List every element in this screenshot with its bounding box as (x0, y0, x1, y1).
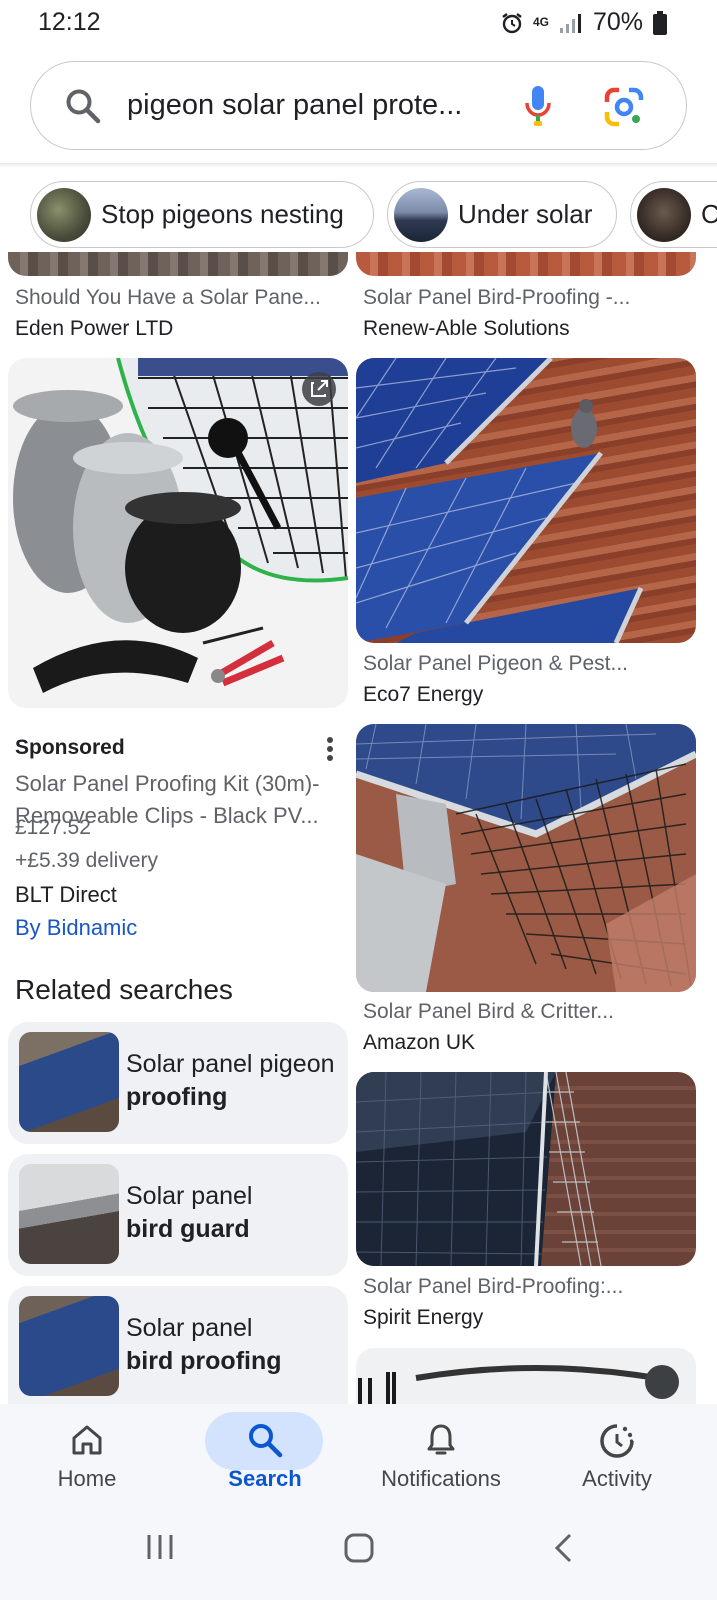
related-thumbnail (19, 1296, 119, 1396)
result-source[interactable]: Eden Power LTD (15, 317, 173, 341)
recent-apps-icon[interactable] (145, 1532, 175, 1562)
result-source[interactable]: Spirit Energy (363, 1306, 483, 1330)
chip-stop-pigeons-nesting[interactable]: Stop pigeons nesting (30, 181, 374, 248)
result-image[interactable] (356, 252, 696, 276)
panel-with-mesh (356, 1072, 602, 1266)
status-time: 12:12 (38, 8, 101, 36)
result-source[interactable]: Eco7 Energy (363, 683, 483, 707)
back-icon[interactable] (552, 1532, 574, 1564)
nav-label: Home (57, 1466, 117, 1491)
mesh-under-panel (356, 724, 696, 992)
chip-more[interactable]: C (630, 181, 717, 248)
result-source[interactable]: Renew-Able Solutions (363, 317, 570, 341)
ad-image[interactable] (8, 358, 348, 708)
chip-label: Under solar (458, 199, 593, 229)
mesh-kit-illustration (13, 358, 348, 693)
ad-price: £127.52 (15, 816, 91, 839)
battery-icon (653, 10, 667, 35)
ad-delivery: +£5.39 delivery (15, 849, 159, 872)
bell-icon (427, 1424, 455, 1455)
result-title[interactable]: Solar Panel Bird & Critter... (363, 1000, 614, 1024)
activity-icon (600, 1424, 634, 1458)
related-searches-heading: Related searches (15, 974, 233, 1005)
search-icon (66, 89, 101, 124)
bottom-navigation: Home Search Notifications Activity (0, 1404, 717, 1504)
nav-label: Search (228, 1466, 302, 1491)
results-grid: Should You Have a Solar Pane... Eden Pow… (0, 252, 717, 1404)
result-title[interactable]: Solar Panel Bird-Proofing -... (363, 286, 630, 310)
related-thumbnail (19, 1032, 119, 1132)
signal-icon (559, 13, 581, 33)
network-type: 4G (532, 15, 549, 29)
nav-notifications[interactable]: Notifications (356, 1404, 526, 1504)
status-bar: 12:12 4G 70% (0, 0, 717, 48)
open-external-icon[interactable] (302, 372, 336, 406)
nav-home[interactable]: Home (2, 1404, 172, 1504)
nav-search[interactable]: Search (180, 1404, 350, 1504)
nav-label: Notifications (381, 1466, 501, 1491)
search-query[interactable]: pigeon solar panel prote... (127, 89, 507, 122)
result-image[interactable] (356, 1348, 696, 1404)
microphone-icon[interactable] (523, 84, 553, 128)
related-search-text: Solar panel pigeon proofing (126, 1050, 335, 1111)
result-source[interactable]: Amazon UK (363, 1031, 475, 1055)
system-navigation-bar (0, 1504, 717, 1600)
google-lens-icon[interactable] (603, 86, 645, 128)
result-image[interactable] (8, 252, 348, 276)
alarm-icon (502, 12, 522, 33)
chip-under-solar[interactable]: Under solar (387, 181, 617, 248)
result-title[interactable]: Should You Have a Solar Pane... (15, 286, 321, 310)
nav-label: Activity (582, 1466, 652, 1491)
home-button-icon[interactable] (343, 1532, 375, 1564)
ad-by-link[interactable]: By Bidnamic (15, 915, 137, 941)
chip-label: Stop pigeons nesting (101, 199, 344, 229)
chip-label: C (701, 199, 717, 230)
solar-panels-roof (356, 358, 644, 643)
more-options-icon[interactable] (326, 736, 334, 762)
result-title[interactable]: Solar Panel Pigeon & Pest... (363, 652, 628, 676)
header-divider (0, 163, 717, 168)
result-image[interactable] (356, 358, 696, 643)
chip-thumbnail (37, 187, 91, 242)
status-icons: 4G 70% (501, 8, 667, 37)
search-bar[interactable]: pigeon solar panel prote... (30, 61, 687, 150)
related-search-text: Solar panel bird proofing (126, 1314, 282, 1375)
result-image[interactable] (356, 1072, 696, 1266)
sponsored-label: Sponsored (15, 736, 125, 759)
related-search-solar-panel-bird-guard[interactable]: Solar panel bird guard (8, 1154, 348, 1276)
partial-product-image (358, 1365, 679, 1404)
battery-percent: 70% (592, 8, 643, 36)
search-icon (249, 1424, 283, 1458)
ad-merchant[interactable]: BLT Direct (15, 882, 117, 908)
chip-thumbnail (394, 187, 448, 242)
result-image[interactable] (356, 724, 696, 992)
related-search-solar-panel-pigeon-proofing[interactable]: Solar panel pigeon proofing (8, 1022, 348, 1144)
related-search-text: Solar panel bird guard (126, 1182, 253, 1243)
related-search-solar-panel-bird-proofing[interactable]: Solar panel bird proofing (8, 1286, 348, 1404)
home-icon (72, 1425, 102, 1455)
chip-thumbnail (637, 187, 691, 242)
result-title[interactable]: Solar Panel Bird-Proofing:... (363, 1275, 623, 1299)
nav-activity[interactable]: Activity (532, 1404, 702, 1504)
related-thumbnail (19, 1164, 119, 1264)
